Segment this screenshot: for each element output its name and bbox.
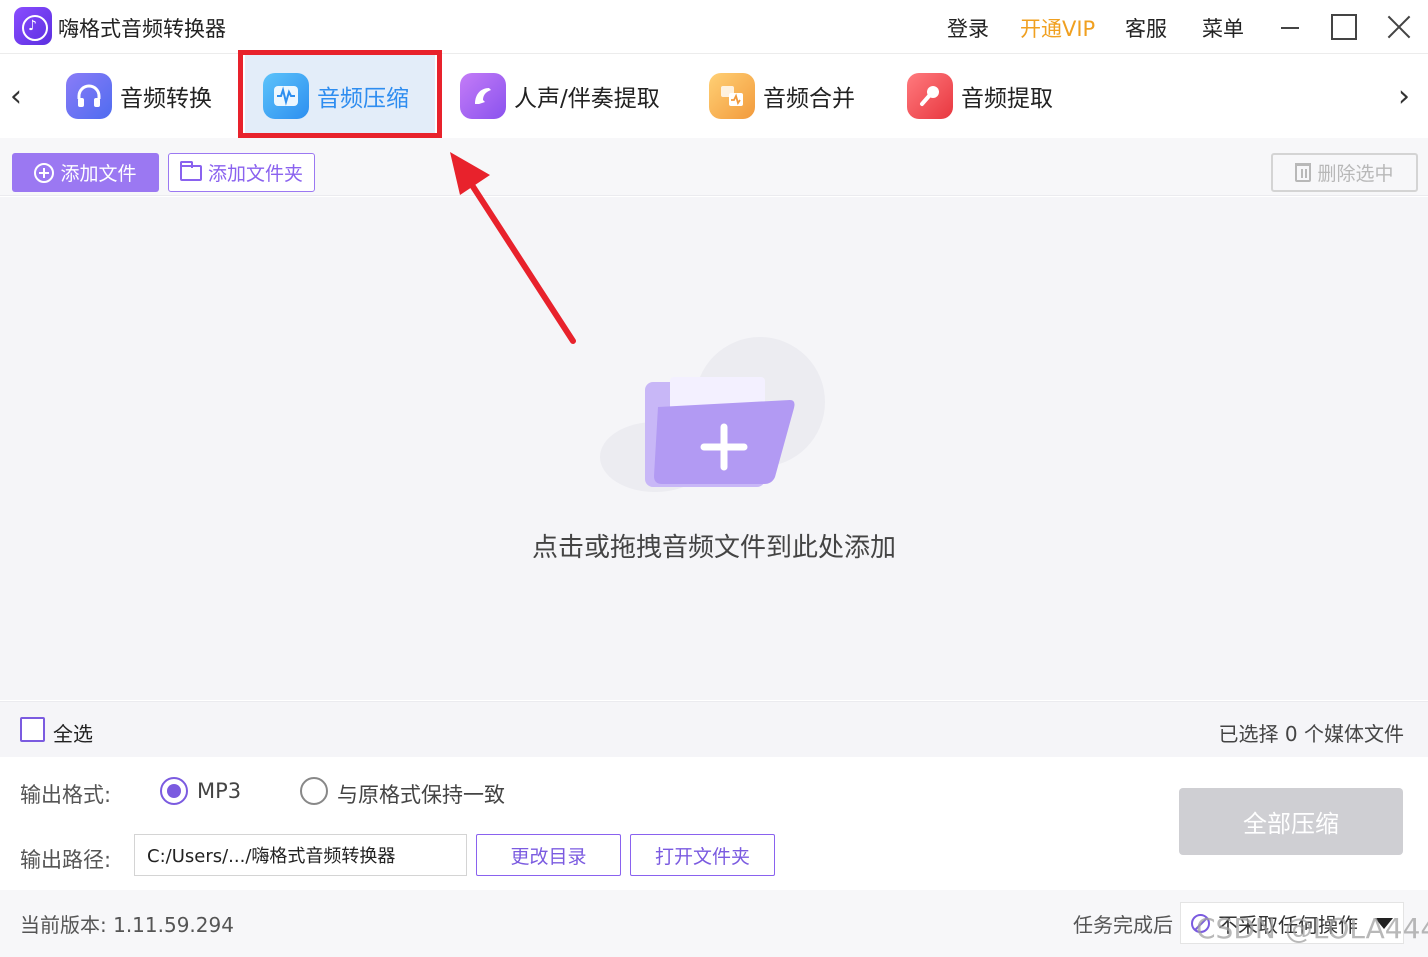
compress-all-button[interactable]: 全部压缩: [1179, 788, 1403, 855]
tab-label: 人声/伴奏提取: [514, 86, 660, 112]
voice-icon: [460, 73, 506, 119]
menu-link[interactable]: 菜单: [1202, 13, 1244, 43]
merge-icon: [709, 73, 755, 119]
format-radio-original[interactable]: [300, 777, 328, 805]
tab-audio-compress[interactable]: 音频压缩: [245, 54, 435, 138]
caret-down-icon: [1375, 918, 1393, 929]
tab-audio-extract[interactable]: 音频提取: [907, 54, 1053, 138]
format-radio-mp3[interactable]: [160, 777, 188, 805]
after-task-label: 任务完成后: [1073, 913, 1173, 937]
drop-hint: 点击或拖拽音频文件到此处添加: [531, 533, 896, 563]
tab-audio-merge[interactable]: 音频合并: [709, 54, 855, 138]
selection-row: 全选 已选择 0 个媒体文件: [0, 701, 1428, 757]
waveform-icon: [263, 73, 309, 119]
file-toolbar: 添加文件 添加文件夹 删除选中: [0, 138, 1428, 196]
close-icon[interactable]: [1380, 8, 1420, 46]
tab-label: 音频转换: [120, 86, 212, 112]
trash-icon: [1295, 163, 1312, 182]
service-link[interactable]: 客服: [1125, 13, 1167, 43]
plus-circle-icon: [34, 162, 55, 183]
version-text: 当前版本: 1.11.59.294: [20, 913, 234, 937]
tab-audio-convert[interactable]: 音频转换: [66, 54, 212, 138]
vip-link[interactable]: 开通VIP: [1020, 13, 1095, 43]
tab-vocal-extract[interactable]: 人声/伴奏提取: [460, 54, 660, 138]
add-file-label: 添加文件: [60, 163, 137, 185]
tab-label: 音频提取: [961, 86, 1053, 112]
selected-count: 已选择 0 个媒体文件: [1218, 722, 1404, 746]
open-folder-button[interactable]: 打开文件夹: [630, 834, 775, 876]
delete-selected-button[interactable]: 删除选中: [1271, 153, 1418, 192]
after-task-select[interactable]: 不采取任何操作: [1180, 902, 1404, 944]
maximize-icon[interactable]: [1325, 8, 1365, 46]
output-path-field[interactable]: [134, 834, 467, 876]
add-folder-button[interactable]: 添加文件夹: [168, 153, 315, 192]
microphone-icon: [907, 73, 953, 119]
chevron-right-icon[interactable]: ›: [1398, 82, 1410, 112]
select-all-checkbox[interactable]: [20, 717, 45, 742]
tool-tabs: ‹ 音频转换 音频压缩 人声/伴奏提取 音频合并 音频提取 ›: [0, 54, 1428, 138]
minimize-icon[interactable]: [1273, 8, 1313, 46]
format-option-original: 与原格式保持一致: [337, 783, 505, 807]
chevron-left-icon[interactable]: ‹: [10, 82, 22, 112]
file-drop-zone[interactable]: 点击或拖拽音频文件到此处添加: [0, 197, 1428, 700]
select-all-label: 全选: [53, 722, 93, 746]
ban-icon: [1191, 913, 1210, 933]
app-title: 嗨格式音频转换器: [58, 17, 226, 41]
title-bar: ♪ 嗨格式音频转换器 登录 开通VIP 客服 菜单: [0, 0, 1428, 54]
output-settings: 输出格式: MP3 与原格式保持一致 输出路径: 更改目录 打开文件夹 全部压缩: [0, 757, 1428, 890]
folder-icon: [179, 160, 202, 181]
music-note-icon: ♪: [14, 7, 52, 45]
format-label: 输出格式:: [20, 783, 112, 807]
tab-label: 音频压缩: [317, 86, 409, 112]
folder-add-icon: [600, 337, 825, 492]
format-option-mp3: MP3: [197, 779, 242, 803]
after-task-value: 不采取任何操作: [1218, 912, 1358, 937]
path-label: 输出路径:: [20, 848, 112, 872]
add-folder-label: 添加文件夹: [207, 163, 303, 185]
delete-selected-label: 删除选中: [1317, 163, 1394, 185]
status-bar: 当前版本: 1.11.59.294 任务完成后 不采取任何操作 CSDN @LO…: [0, 890, 1428, 957]
login-link[interactable]: 登录: [947, 13, 989, 43]
tab-label: 音频合并: [763, 86, 855, 112]
change-dir-button[interactable]: 更改目录: [476, 834, 621, 876]
headphones-icon: [66, 73, 112, 119]
add-file-button[interactable]: 添加文件: [12, 153, 159, 192]
